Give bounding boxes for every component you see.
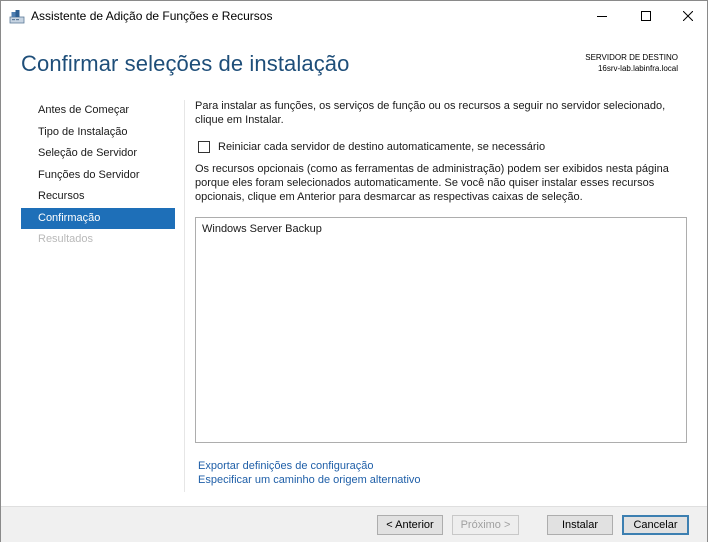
previous-button[interactable]: < Anterior: [377, 515, 443, 535]
close-icon: [683, 10, 693, 21]
list-item[interactable]: Windows Server Backup: [202, 223, 322, 235]
intro-text: Para instalar as funções, os serviços de…: [195, 100, 666, 126]
nav-item-antes-de-comecar[interactable]: Antes de Começar: [21, 100, 175, 122]
wizard-footer: < Anterior Próximo > Instalar Cancelar: [1, 507, 707, 542]
next-button: Próximo >: [452, 515, 519, 535]
close-button[interactable]: [665, 1, 708, 30]
nav-item-recursos[interactable]: Recursos: [21, 186, 175, 208]
main-content: Para instalar as funções, os serviços de…: [195, 99, 687, 486]
maximize-button[interactable]: [623, 1, 669, 30]
install-button[interactable]: Instalar: [547, 515, 613, 535]
selections-list[interactable]: Windows Server Backup: [195, 217, 687, 443]
nav-item-funcoes-do-servidor[interactable]: Funções do Servidor: [21, 165, 175, 187]
destination-server-label: SERVIDOR DE DESTINO: [585, 53, 678, 62]
wizard-window: Assistente de Adição de Funções e Recurs…: [0, 0, 708, 542]
title-bar[interactable]: Assistente de Adição de Funções e Recurs…: [1, 1, 707, 31]
restart-checkbox[interactable]: [198, 141, 210, 153]
nav-item-confirmacao[interactable]: Confirmação: [21, 207, 175, 229]
restart-checkbox-label[interactable]: Reiniciar cada servidor de destino autom…: [218, 141, 545, 153]
nav-item-tipo-de-instalacao[interactable]: Tipo de Instalação: [21, 122, 175, 144]
export-settings-link[interactable]: Exportar definições de configuração: [198, 460, 374, 472]
alternate-source-path-link[interactable]: Especificar um caminho de origem alterna…: [198, 474, 421, 486]
nav-item-resultados: Resultados: [38, 233, 94, 245]
page-title: Confirmar seleções de instalação: [21, 51, 350, 76]
nav-item-selecao-de-servidor[interactable]: Seleção de Servidor: [21, 143, 175, 165]
restart-option[interactable]: Reiniciar cada servidor de destino autom…: [198, 141, 545, 153]
cancel-button[interactable]: Cancelar: [622, 515, 689, 535]
minimize-button[interactable]: [579, 1, 625, 30]
server-manager-app-icon: [9, 8, 25, 24]
optional-features-text: Os recursos opcionais (como as ferrament…: [195, 163, 669, 203]
destination-server-name: 16srv-lab.labinfra.local: [597, 64, 678, 73]
nav-divider: [184, 100, 185, 492]
window-title: Assistente de Adição de Funções e Recurs…: [31, 9, 273, 23]
maximize-icon: [641, 10, 651, 21]
minimize-icon: [597, 15, 607, 17]
wizard-nav: Antes de Começar Tipo de Instalação Sele…: [21, 100, 175, 251]
